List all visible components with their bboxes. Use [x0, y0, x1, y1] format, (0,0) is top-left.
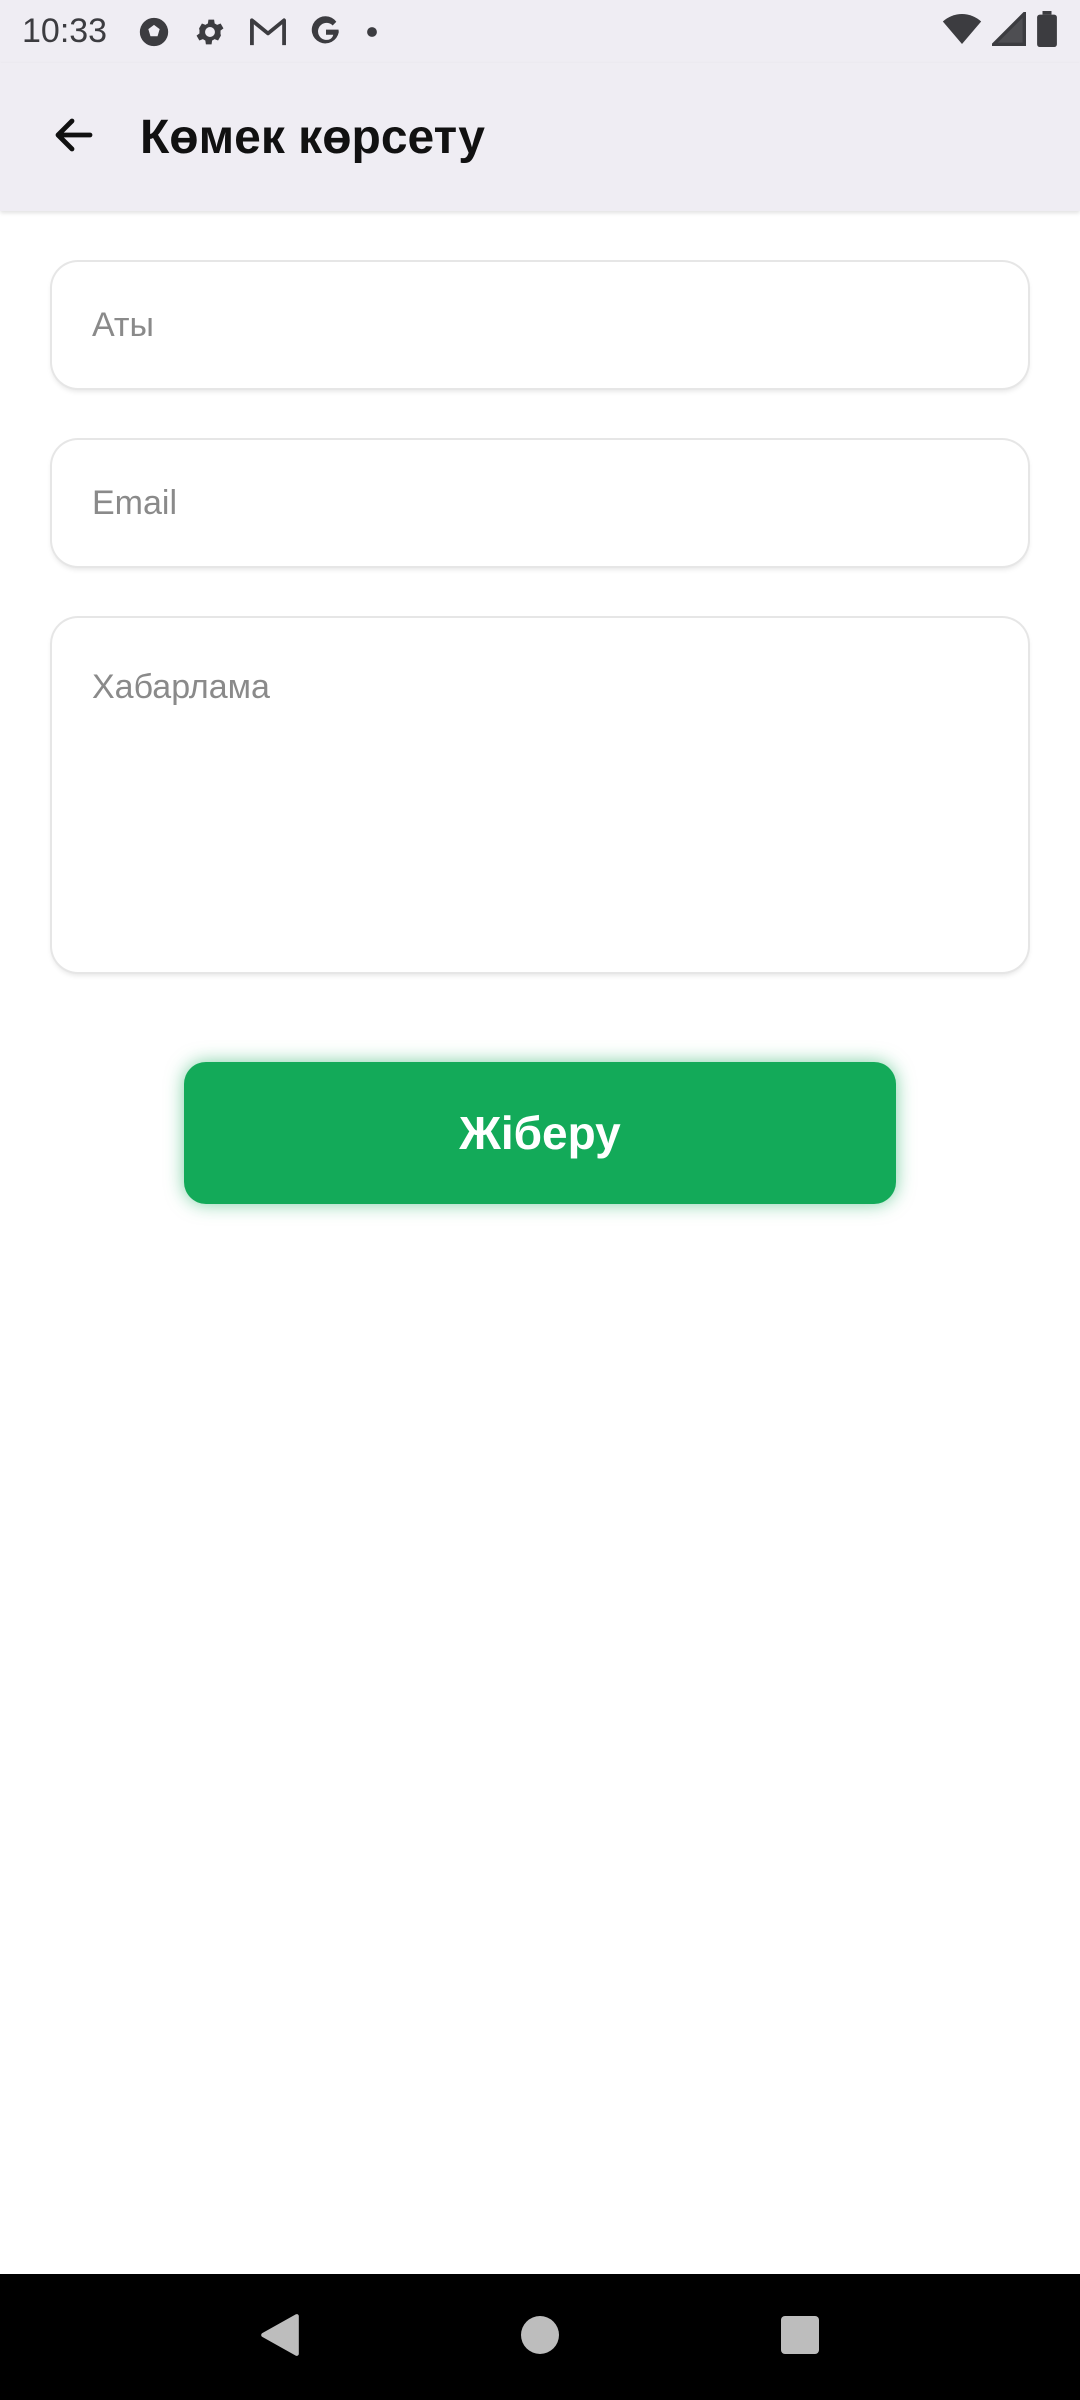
nav-back-button[interactable] — [240, 2297, 320, 2377]
status-system-icons — [942, 9, 1058, 52]
back-button[interactable] — [24, 87, 124, 187]
soccer-ball-icon — [137, 15, 171, 49]
system-navigation-bar — [0, 2274, 1080, 2400]
back-triangle-icon — [259, 2312, 301, 2363]
message-field[interactable]: Хабарлама — [52, 618, 1028, 972]
arrow-left-icon — [50, 111, 98, 164]
nav-home-button[interactable] — [500, 2297, 580, 2377]
signal-icon — [989, 9, 1026, 51]
recents-square-icon — [780, 2315, 820, 2360]
dot-icon — [365, 25, 379, 39]
email-placeholder: Email — [92, 483, 178, 522]
submit-button-label: Жіберу — [459, 1107, 621, 1159]
app-bar: Көмек көрсету — [0, 63, 1080, 211]
gmail-icon — [249, 15, 287, 49]
message-placeholder: Хабарлама — [92, 668, 270, 706]
google-icon — [309, 15, 343, 49]
nav-recents-button[interactable] — [760, 2297, 840, 2377]
home-circle-icon — [520, 2315, 560, 2360]
wifi-icon — [942, 12, 982, 51]
email-field[interactable]: Email — [52, 440, 1028, 566]
name-field[interactable]: Аты — [52, 262, 1028, 388]
battery-icon — [1036, 11, 1058, 52]
name-placeholder: Аты — [92, 305, 154, 344]
status-notification-icons — [137, 15, 379, 49]
status-bar: 10:33 — [0, 0, 1080, 63]
page-title: Көмек көрсету — [140, 110, 485, 164]
status-time: 10:33 — [22, 12, 108, 50]
submit-button[interactable]: Жіберу — [184, 1062, 896, 1204]
gear-icon — [193, 15, 227, 49]
